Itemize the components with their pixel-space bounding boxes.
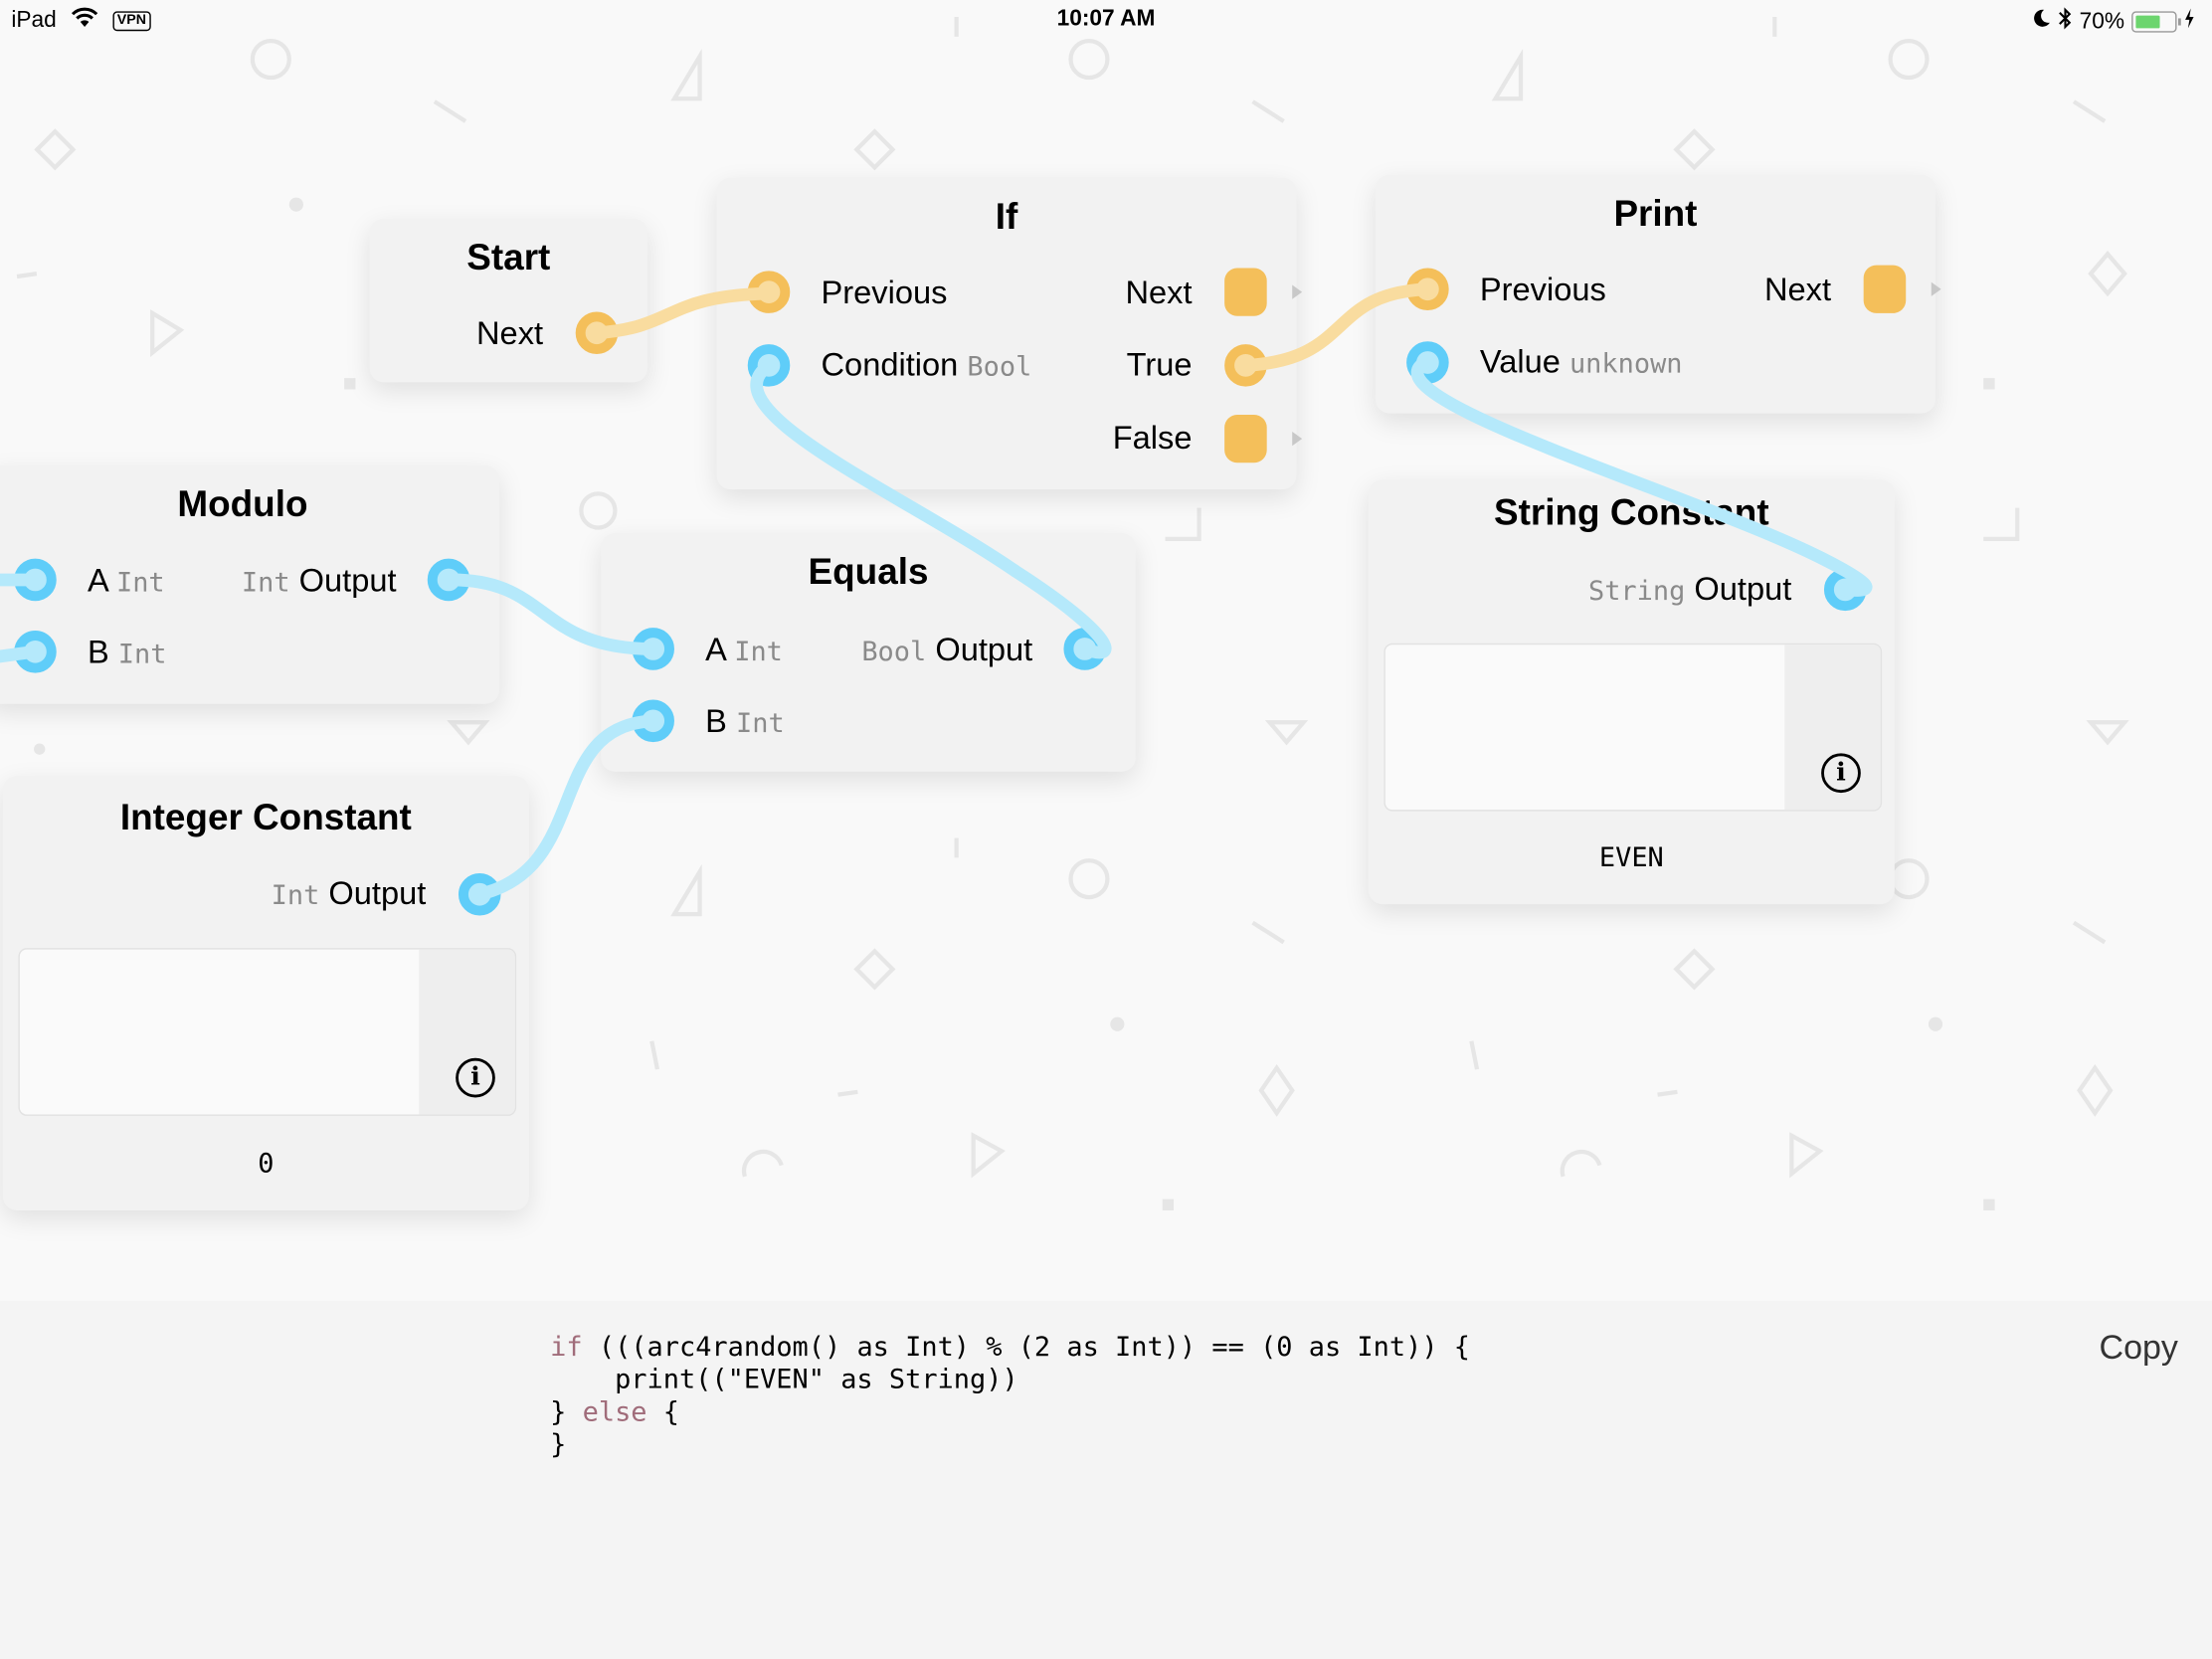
data-wire-modulo-b-offscreen[interactable]: [0, 645, 41, 663]
code-text: print(("EVEN" as String)): [550, 1364, 1018, 1395]
copy-button[interactable]: Copy: [2099, 1329, 2177, 1369]
flow-wire-start-to-if[interactable]: [590, 286, 776, 340]
flow-wire-if-true-to-print[interactable]: [1239, 282, 1434, 372]
data-wire-equals-to-condition[interactable]: [750, 358, 1112, 659]
code-line-2: print(("EVEN" as String)): [550, 1365, 1018, 1395]
code-text: {: [646, 1396, 680, 1428]
code-line-1: if (((arc4random() as Int) % (2 as Int))…: [550, 1332, 1470, 1363]
data-wire-modulo-to-equals-a[interactable]: [442, 573, 660, 655]
app-canvas: iPad VPN 10:07 AM 70% Start Next If Prev…: [0, 0, 2212, 1659]
wire-layer: [0, 282, 1873, 901]
code-keyword: if: [550, 1331, 583, 1364]
data-wire-string-to-print-value[interactable]: [1410, 354, 1873, 597]
code-text: (((arc4random() as Int) % (2 as Int)) ==…: [582, 1331, 1471, 1364]
code-line-3: } else {: [550, 1396, 679, 1427]
code-text: }: [550, 1428, 567, 1461]
code-keyword: else: [582, 1396, 647, 1428]
generated-code[interactable]: if (((arc4random() as Int) % (2 as Int))…: [550, 1332, 1470, 1461]
code-preview-panel: if (((arc4random() as Int) % (2 as Int))…: [0, 1300, 2212, 1659]
data-wire-intconst-to-equals-b[interactable]: [472, 714, 660, 901]
code-text: }: [550, 1396, 583, 1428]
code-line-4: }: [550, 1429, 566, 1460]
